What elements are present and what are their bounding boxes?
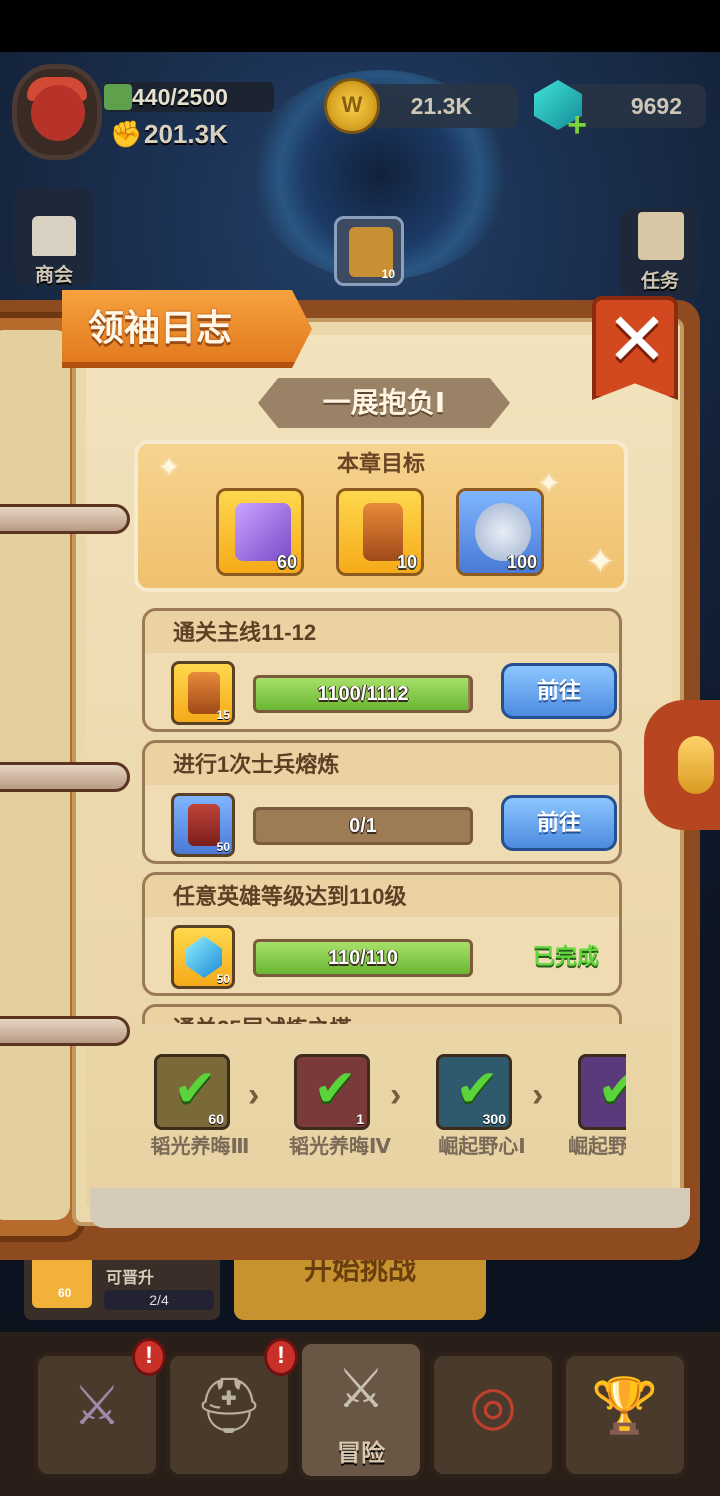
nav-target-button[interactable]: ◎ <box>430 1352 556 1478</box>
target-icon: ◎ <box>469 1376 517 1436</box>
quest-label: 任务 <box>640 271 679 292</box>
task-row: 任意英雄等级达到110级 50 110/110 已完成 <box>142 872 622 996</box>
promotion-progress: 2/4 <box>104 1290 214 1310</box>
trophy-icon: 🏆 <box>591 1376 659 1436</box>
milestone-label: 韬光养晦Ⅲ <box>150 1136 250 1158</box>
milestone-label: 韬光养晦Ⅳ <box>289 1136 391 1158</box>
add-gems-icon[interactable]: + <box>562 108 592 142</box>
task-reward[interactable]: 15 <box>171 661 235 725</box>
task-reward-count: 15 <box>216 708 230 722</box>
milestone-icon: ✔ 1 <box>294 1054 370 1130</box>
totem-icon <box>188 672 220 714</box>
close-icon[interactable]: ✕ <box>602 300 672 380</box>
crossed-swords-icon: ⚔ <box>336 1359 386 1419</box>
go-button[interactable]: 前往 <box>501 663 617 719</box>
reward-count: 100 <box>506 552 537 572</box>
milestone-count: 1 <box>356 1111 364 1127</box>
milestone-track[interactable]: ✔ 60 韬光养晦Ⅲ › ✔ 1 韬光养晦Ⅳ › ✔ 300 崛起野心Ⅰ › ✔… <box>138 1050 626 1170</box>
check-icon: ✔ <box>455 1060 499 1118</box>
journal-title: 领袖日志 <box>88 307 233 348</box>
task-progress-text: 1100/1112 <box>317 683 409 705</box>
completed-status: 已完成 <box>532 944 599 969</box>
milestone-label: 崛起野 <box>568 1136 626 1158</box>
check-icon: ✔ <box>313 1060 357 1118</box>
task-list[interactable]: 通关主线11-12 15 1100/1112 前往 进行1次士兵熔炼 50 0/… <box>142 604 628 1024</box>
task-title: 任意英雄等级达到110级 <box>173 884 407 909</box>
alert-badge: ! <box>132 1338 166 1376</box>
exp-bar-fill <box>104 84 132 110</box>
milestone-count: 300 <box>482 1111 506 1127</box>
milestone-count: 60 <box>208 1111 224 1127</box>
task-row: 通关主线11-12 15 1100/1112 前往 <box>142 608 622 732</box>
task-reward-count: 50 <box>216 972 230 986</box>
nav-adventure-label: 冒险 <box>337 1440 385 1467</box>
check-icon: ✔ <box>173 1060 217 1118</box>
quest-scroll-icon <box>638 212 684 260</box>
journal-page-edge <box>90 1188 690 1228</box>
milestone-icon: ✔ 300 <box>436 1054 512 1130</box>
task-reward[interactable]: 50 <box>171 793 235 857</box>
binder-ring <box>0 762 130 792</box>
binder-ring <box>0 1016 130 1046</box>
gold-coin-icon: W <box>324 78 380 134</box>
binder-ring <box>0 504 130 534</box>
task-reward-count: 50 <box>216 840 230 854</box>
promotion-count: 60 <box>58 1286 72 1300</box>
chevron-right-icon: › <box>532 1076 544 1114</box>
nav-adventure-button[interactable]: ⚔ 冒险 <box>298 1340 424 1480</box>
chapter-title: 一展抱负Ⅰ <box>322 387 446 418</box>
reward-coin[interactable]: 100 <box>456 488 544 576</box>
reward-count: 10 <box>396 552 417 572</box>
promotion-line1: 可晋升 <box>106 1270 155 1287</box>
chevron-right-icon: › <box>248 1076 260 1114</box>
shop-icon <box>32 216 76 256</box>
milestone-label: 崛起野心Ⅰ <box>438 1136 526 1158</box>
task-progress-text: 110/110 <box>327 947 399 969</box>
sparkle-icon: ✦ <box>158 452 180 482</box>
scroll-event-icon[interactable]: 10 <box>334 216 404 286</box>
reward-totem[interactable]: 10 <box>336 488 424 576</box>
milestone-icon: ✔ 60 <box>154 1054 230 1130</box>
sparkle-icon: ✦ <box>586 543 615 581</box>
task-reward[interactable]: 50 <box>171 925 235 989</box>
alert-badge: ! <box>264 1338 298 1376</box>
status-bar <box>0 0 720 52</box>
milestone-item[interactable]: ✔ 崛起野 <box>562 1050 626 1166</box>
reward-puzzle[interactable]: 60 <box>216 488 304 576</box>
chevron-right-icon: › <box>390 1076 402 1114</box>
milestone-icon: ✔ <box>578 1054 626 1130</box>
task-title: 通关25层试炼之塔 <box>173 1013 351 1024</box>
scroll-count: 10 <box>381 267 395 281</box>
task-row: 通关25层试炼之塔 <box>142 1004 622 1024</box>
reward-count: 60 <box>276 552 297 572</box>
nav-trophy-button[interactable]: 🏆 <box>562 1352 688 1478</box>
red-book-icon <box>188 804 220 846</box>
quest-button[interactable]: 任务 <box>620 208 700 298</box>
task-progress-bar: 1100/1112 <box>253 675 473 713</box>
book-clasp <box>644 700 720 830</box>
task-progress-bar: 110/110 <box>253 939 473 977</box>
exp-text: 440/2500 <box>132 84 228 110</box>
task-progress-text: 0/1 <box>349 815 377 837</box>
gold-coin-symbol: W <box>341 92 363 117</box>
go-button[interactable]: 前往 <box>501 795 617 851</box>
check-icon: ✔ <box>597 1060 626 1118</box>
task-progress-bar: 0/1 <box>253 807 473 845</box>
fist-icon: ✊ <box>110 119 143 149</box>
task-title: 通关主线11-12 <box>173 620 317 645</box>
player-avatar[interactable] <box>12 64 102 160</box>
shop-label: 商会 <box>34 265 73 286</box>
task-title: 进行1次士兵熔炼 <box>173 752 340 777</box>
shop-button[interactable]: 商会 <box>14 188 94 286</box>
task-row: 进行1次士兵熔炼 50 0/1 前往 <box>142 740 622 864</box>
power-value: 201.3K <box>144 119 228 149</box>
